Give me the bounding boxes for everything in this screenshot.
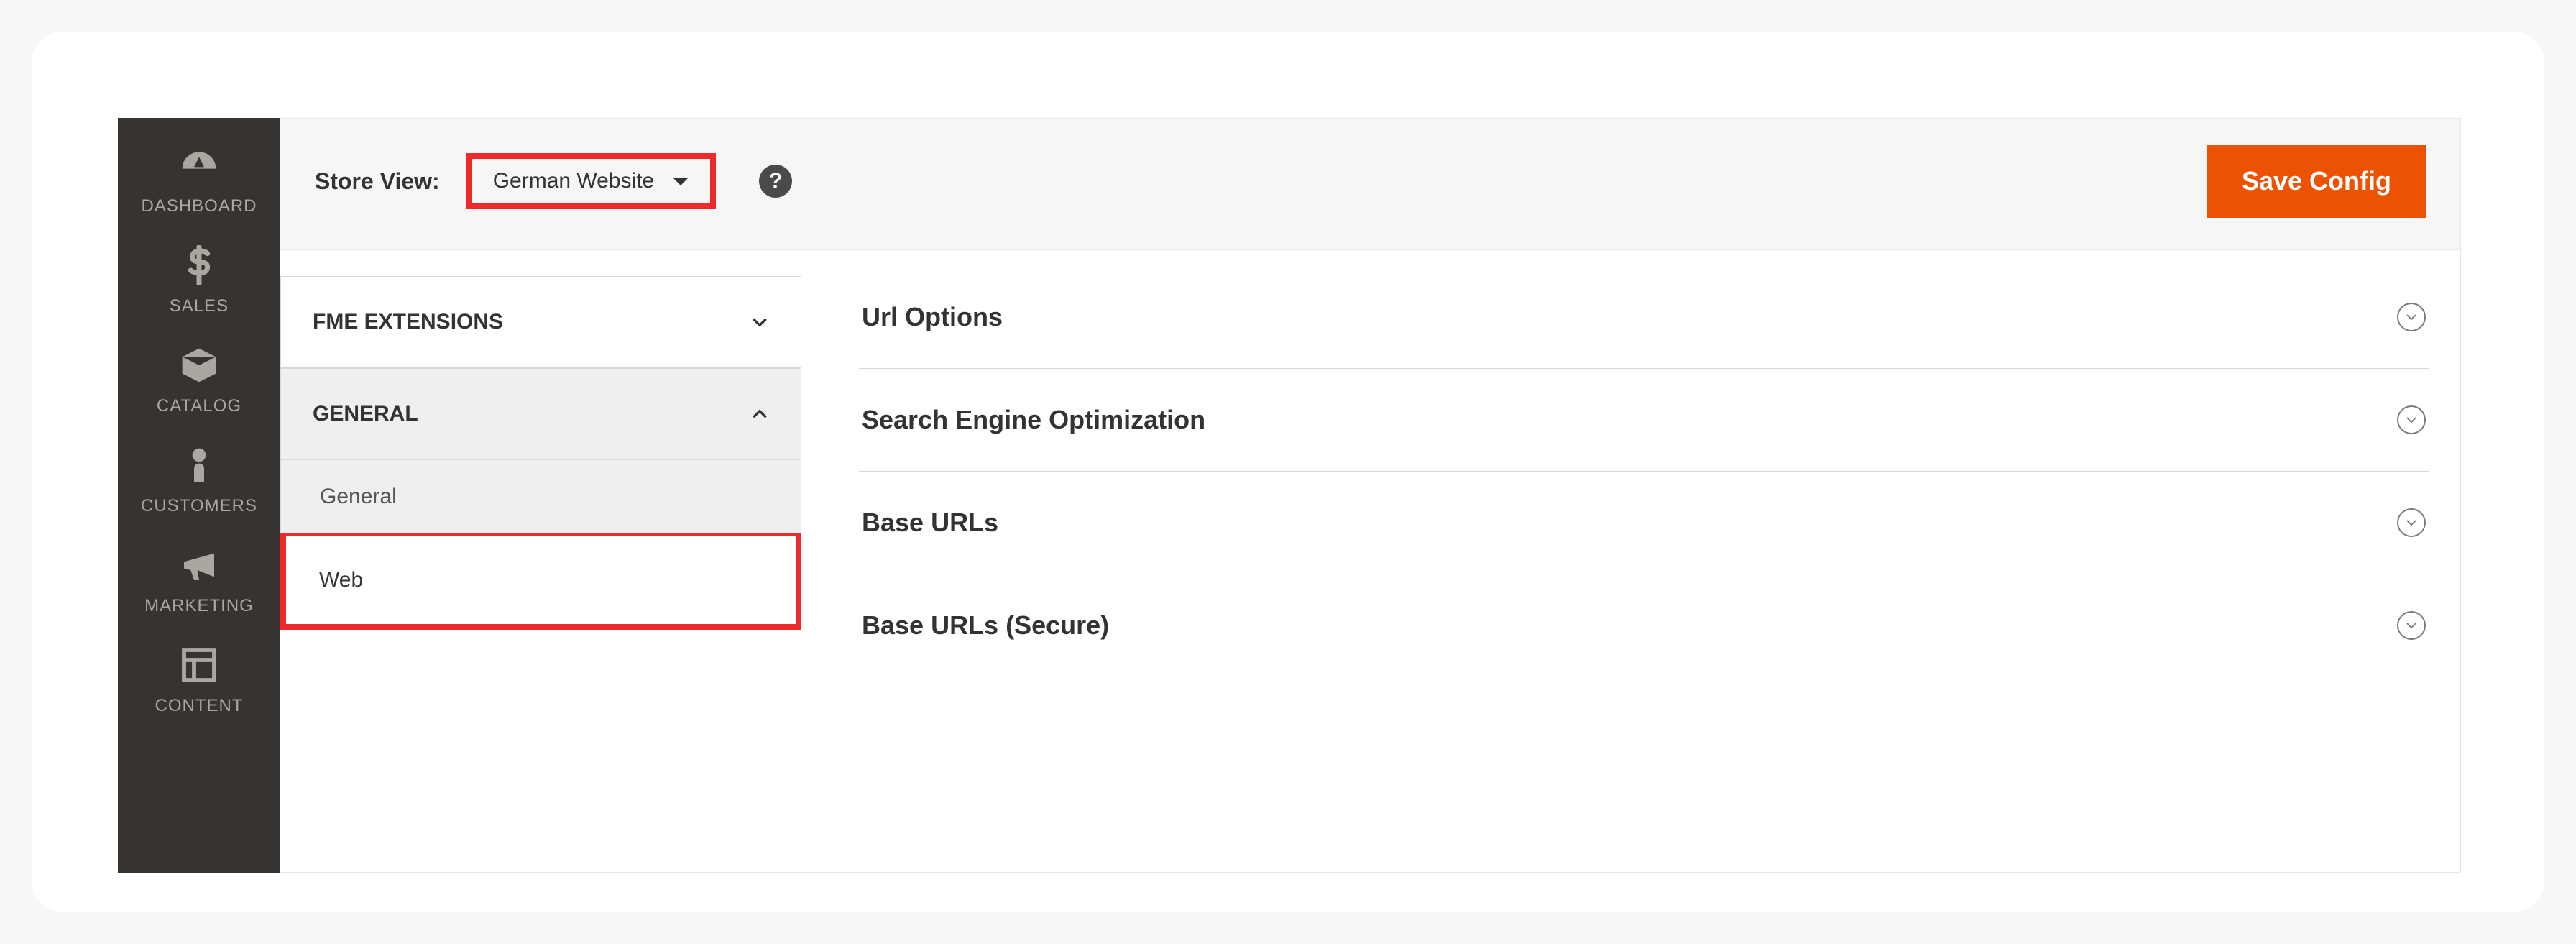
admin-card: DASHBOARD SALES CATALOG xyxy=(32,32,2544,912)
person-icon xyxy=(179,445,219,496)
viewport: DASHBOARD SALES CATALOG xyxy=(0,0,2576,944)
settings-column: Url Options Search Engine Optimization xyxy=(801,250,2460,872)
settings-group-title: Base URLs xyxy=(862,508,998,538)
sidebar-item-label: DASHBOARD xyxy=(141,196,257,216)
help-icon[interactable]: ? xyxy=(759,165,792,198)
toolbar: Store View: German Website ? Save Config xyxy=(280,119,2460,250)
megaphone-icon xyxy=(179,545,219,596)
config-subitem-label: General xyxy=(320,485,397,508)
sidebar-item-label: MARKETING xyxy=(144,596,254,616)
box-icon xyxy=(179,345,219,396)
chevron-down-icon xyxy=(750,313,769,331)
chevron-down-icon xyxy=(2397,405,2426,434)
sidebar-item-dashboard[interactable]: DASHBOARD xyxy=(118,131,280,231)
store-view-select[interactable]: German Website xyxy=(466,153,717,209)
chevron-up-icon xyxy=(750,405,769,423)
settings-group-title: Url Options xyxy=(862,302,1003,332)
config-section-fme-extensions[interactable]: FME EXTENSIONS xyxy=(280,276,801,368)
admin-frame: DASHBOARD SALES CATALOG xyxy=(118,118,2461,873)
config-section-label: GENERAL xyxy=(313,402,418,426)
chevron-down-icon xyxy=(2397,611,2426,640)
layout-icon xyxy=(179,645,219,696)
admin-sidebar: DASHBOARD SALES CATALOG xyxy=(118,118,280,873)
settings-group-title: Base URLs (Secure) xyxy=(862,610,1109,641)
main-content: Store View: German Website ? Save Config xyxy=(280,118,2461,873)
dollar-icon xyxy=(179,245,219,296)
sidebar-item-sales[interactable]: SALES xyxy=(118,231,280,331)
sidebar-item-label: SALES xyxy=(170,296,229,316)
config-subitem-general[interactable]: General xyxy=(280,460,801,533)
question-mark-glyph: ? xyxy=(769,169,782,193)
config-section-general[interactable]: GENERAL xyxy=(280,368,801,460)
settings-group-base-urls[interactable]: Base URLs xyxy=(859,472,2429,574)
sidebar-item-label: CONTENT xyxy=(155,696,244,716)
chevron-down-icon xyxy=(2397,508,2426,537)
sidebar-item-customers[interactable]: CUSTOMERS xyxy=(118,431,280,531)
content-row: FME EXTENSIONS GENERAL G xyxy=(280,250,2460,872)
settings-group-seo[interactable]: Search Engine Optimization xyxy=(859,369,2429,472)
chevron-down-icon xyxy=(2397,303,2426,331)
sidebar-item-label: CATALOG xyxy=(157,396,242,416)
sidebar-item-marketing[interactable]: MARKETING xyxy=(118,531,280,631)
gauge-icon xyxy=(179,145,219,196)
caret-down-icon xyxy=(673,169,689,193)
config-subitem-label: Web xyxy=(319,568,363,592)
config-section-label: FME EXTENSIONS xyxy=(313,310,503,334)
store-view-selected-value: German Website xyxy=(493,169,655,193)
config-subitem-web[interactable]: Web xyxy=(280,533,801,630)
sidebar-item-content[interactable]: CONTENT xyxy=(118,631,280,730)
settings-group-base-urls-secure[interactable]: Base URLs (Secure) xyxy=(859,574,2429,677)
store-view-label: Store View: xyxy=(315,168,440,195)
sidebar-item-catalog[interactable]: CATALOG xyxy=(118,331,280,431)
config-nav: FME EXTENSIONS GENERAL G xyxy=(280,250,801,872)
sidebar-item-label: CUSTOMERS xyxy=(141,496,257,516)
settings-group-title: Search Engine Optimization xyxy=(862,405,1205,435)
settings-group-url-options[interactable]: Url Options xyxy=(859,276,2429,369)
save-config-button[interactable]: Save Config xyxy=(2207,145,2426,218)
